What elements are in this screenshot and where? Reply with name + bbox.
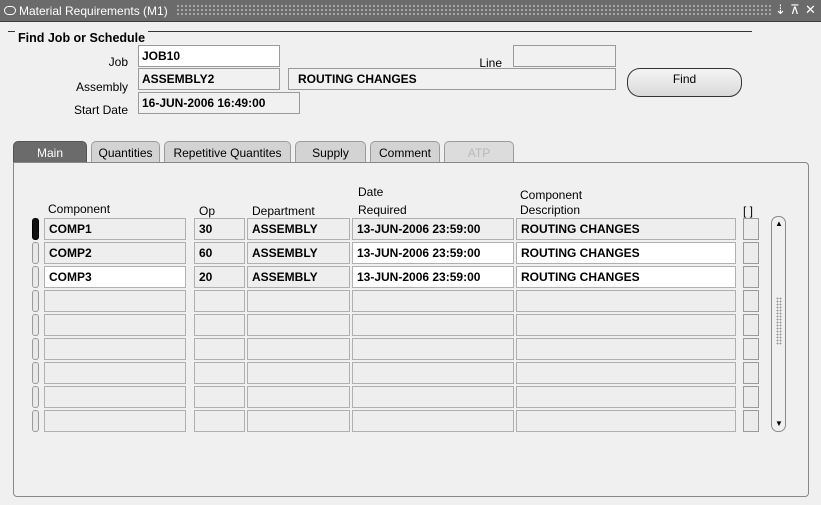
row-flag-field[interactable]	[743, 290, 759, 312]
description-cell[interactable]	[516, 410, 736, 432]
description-cell[interactable]	[516, 338, 736, 360]
op-cell[interactable]	[194, 410, 245, 432]
window-title: Material Requirements (M1)	[19, 4, 168, 18]
job-label: Job	[108, 55, 128, 69]
tab-atp: ATP	[444, 141, 514, 163]
header-op: Op	[199, 204, 216, 218]
window-title-bar[interactable]: Material Requirements (M1) ⇣ ⊼ ✕	[0, 0, 821, 22]
find-group-title: Find Job or Schedule	[15, 31, 149, 45]
date-required-cell[interactable]: 13-JUN-2006 23:59:00	[352, 266, 514, 288]
description-cell[interactable]	[516, 314, 736, 336]
minimize-icon[interactable]: ⇣	[775, 2, 786, 18]
assembly-description-field[interactable]: ROUTING CHANGES	[288, 68, 616, 90]
description-cell[interactable]: ROUTING CHANGES	[516, 218, 736, 240]
description-cell[interactable]	[516, 290, 736, 312]
assembly-field[interactable]: ASSEMBLY2	[138, 68, 280, 90]
component-cell[interactable]	[44, 410, 186, 432]
record-indicator[interactable]	[32, 362, 39, 384]
tab-supply[interactable]: Supply	[295, 141, 366, 163]
op-cell[interactable]	[194, 338, 245, 360]
date-required-cell[interactable]	[352, 362, 514, 384]
header-date-line1: Date	[358, 185, 384, 199]
date-required-cell[interactable]	[352, 410, 514, 432]
row-flag-field[interactable]	[743, 386, 759, 408]
scroll-up-icon[interactable]: ▲	[774, 219, 784, 228]
tab-main[interactable]: Main	[13, 141, 87, 163]
record-indicator[interactable]	[32, 314, 39, 336]
op-cell[interactable]	[194, 290, 245, 312]
department-cell[interactable]	[247, 410, 350, 432]
row-flag-field[interactable]	[743, 338, 759, 360]
tab-comment[interactable]: Comment	[370, 141, 440, 163]
date-required-cell[interactable]: 13-JUN-2006 23:59:00	[352, 218, 514, 240]
department-cell[interactable]: ASSEMBLY	[247, 218, 350, 240]
component-cell[interactable]: COMP2	[44, 242, 186, 264]
find-button[interactable]: Find	[627, 68, 742, 97]
component-cell[interactable]: COMP3	[44, 266, 186, 288]
op-cell[interactable]: 60	[194, 242, 245, 264]
department-cell[interactable]	[247, 386, 350, 408]
department-cell[interactable]	[247, 290, 350, 312]
row-flag-field[interactable]	[743, 218, 759, 240]
date-required-cell[interactable]	[352, 314, 514, 336]
row-flag-field[interactable]	[743, 410, 759, 432]
record-indicator[interactable]	[32, 410, 39, 432]
tab-quantities[interactable]: Quantities	[91, 141, 160, 163]
header-flag: [ ]	[743, 204, 754, 218]
record-indicator[interactable]	[32, 290, 39, 312]
record-indicator[interactable]	[32, 218, 39, 240]
description-cell[interactable]: ROUTING CHANGES	[516, 266, 736, 288]
component-cell[interactable]	[44, 290, 186, 312]
record-indicator[interactable]	[32, 338, 39, 360]
description-cell[interactable]	[516, 362, 736, 384]
vertical-scrollbar[interactable]: ▲ ▼	[771, 216, 786, 432]
date-required-cell[interactable]: 13-JUN-2006 23:59:00	[352, 242, 514, 264]
department-cell[interactable]: ASSEMBLY	[247, 242, 350, 264]
line-field[interactable]	[513, 45, 616, 67]
component-cell[interactable]	[44, 386, 186, 408]
department-cell[interactable]: ASSEMBLY	[247, 266, 350, 288]
component-cell[interactable]: COMP1	[44, 218, 186, 240]
record-indicator[interactable]	[32, 242, 39, 264]
title-bar-pattern	[176, 4, 771, 17]
row-flag-field[interactable]	[743, 266, 759, 288]
component-cell[interactable]	[44, 338, 186, 360]
op-cell[interactable]	[194, 362, 245, 384]
date-required-cell[interactable]	[352, 386, 514, 408]
header-department: Department	[252, 204, 315, 218]
job-field[interactable]: JOB10	[138, 45, 280, 67]
op-cell[interactable]: 30	[194, 218, 245, 240]
header-description-line1: Component	[520, 188, 583, 202]
assembly-label: Assembly	[75, 80, 128, 94]
scroll-down-icon[interactable]: ▼	[774, 419, 784, 428]
component-cell[interactable]	[44, 362, 186, 384]
department-cell[interactable]	[247, 338, 350, 360]
description-cell[interactable]: ROUTING CHANGES	[516, 242, 736, 264]
department-cell[interactable]	[247, 314, 350, 336]
window-menu-icon[interactable]	[4, 6, 16, 15]
department-cell[interactable]	[247, 362, 350, 384]
row-flag-field[interactable]	[743, 314, 759, 336]
date-required-cell[interactable]	[352, 338, 514, 360]
record-indicator[interactable]	[32, 386, 39, 408]
component-cell[interactable]	[44, 314, 186, 336]
maximize-icon[interactable]: ⊼	[790, 2, 800, 18]
scroll-grip[interactable]	[776, 297, 782, 345]
op-cell[interactable]: 20	[194, 266, 245, 288]
tab-repetitive-quantities[interactable]: Repetitive Quantites	[164, 141, 291, 163]
header-component: Component	[48, 202, 111, 216]
row-flag-field[interactable]	[743, 362, 759, 384]
header-description-line2: Description	[520, 203, 581, 217]
start-date-field[interactable]: 16-JUN-2006 16:49:00	[138, 92, 300, 114]
op-cell[interactable]	[194, 386, 245, 408]
start-date-label: Start Date	[73, 103, 128, 117]
op-cell[interactable]	[194, 314, 245, 336]
row-flag-field[interactable]	[743, 242, 759, 264]
description-cell[interactable]	[516, 386, 736, 408]
record-indicator[interactable]	[32, 266, 39, 288]
close-icon[interactable]: ✕	[805, 2, 816, 18]
date-required-cell[interactable]	[352, 290, 514, 312]
header-date-line2: Required	[358, 203, 407, 217]
